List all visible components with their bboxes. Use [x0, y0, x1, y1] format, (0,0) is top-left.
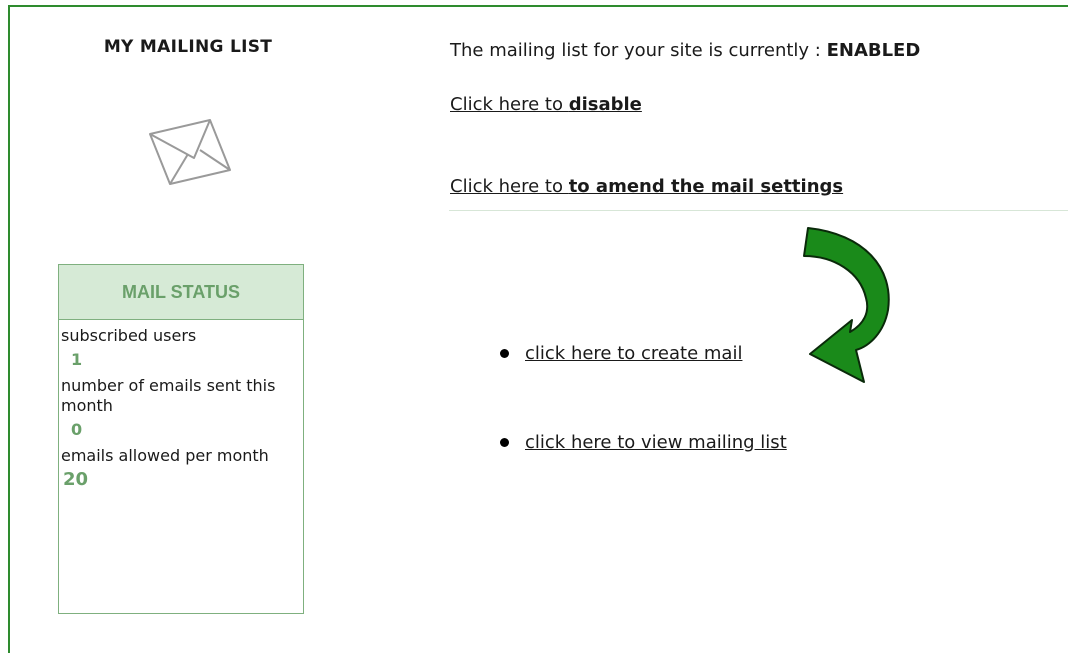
stat-value-sent: 0	[71, 420, 83, 439]
settings-link-bold: to amend the mail settings	[568, 176, 844, 197]
mail-actions-list: click here to create mail click here to …	[500, 340, 787, 457]
disable-link-prefix: Click here to	[450, 94, 569, 115]
mail-status-body: subscribed users 1 number of emails sent…	[59, 320, 303, 490]
stat-value-subscribed: 1	[71, 350, 83, 369]
disable-link[interactable]: Click here to disable	[450, 94, 642, 115]
curved-arrow-icon	[803, 227, 890, 383]
mail-status-header: MAIL STATUS	[59, 265, 303, 320]
list-item: click here to create mail	[500, 340, 787, 368]
stat-label-sent: number of emails sent this month	[61, 376, 276, 415]
status-prefix: The mailing list for your site is curren…	[450, 40, 827, 61]
mailing-list-title: MY MAILING LIST	[103, 37, 273, 57]
disable-link-bold: disable	[568, 94, 642, 115]
bullet-icon	[500, 438, 509, 447]
list-status-line: The mailing list for your site is curren…	[450, 40, 920, 61]
bullet-icon	[500, 349, 509, 358]
mail-status-panel: MAIL STATUS subscribed users 1 number of…	[58, 264, 304, 614]
view-mailing-list-link[interactable]: click here to view mailing list	[525, 432, 787, 453]
stat-label-allowed: emails allowed per month	[61, 446, 269, 465]
section-divider	[449, 210, 1068, 211]
list-item: click here to view mailing list	[500, 429, 787, 457]
envelope-icon	[149, 119, 231, 185]
status-value: ENABLED	[826, 40, 921, 61]
stat-label-subscribed: subscribed users	[61, 326, 197, 345]
stat-value-allowed: 20	[63, 469, 89, 490]
mail-settings-link[interactable]: Click here to to amend the mail settings	[450, 176, 843, 197]
settings-link-prefix: Click here to	[450, 176, 569, 197]
create-mail-link[interactable]: click here to create mail	[525, 343, 742, 364]
